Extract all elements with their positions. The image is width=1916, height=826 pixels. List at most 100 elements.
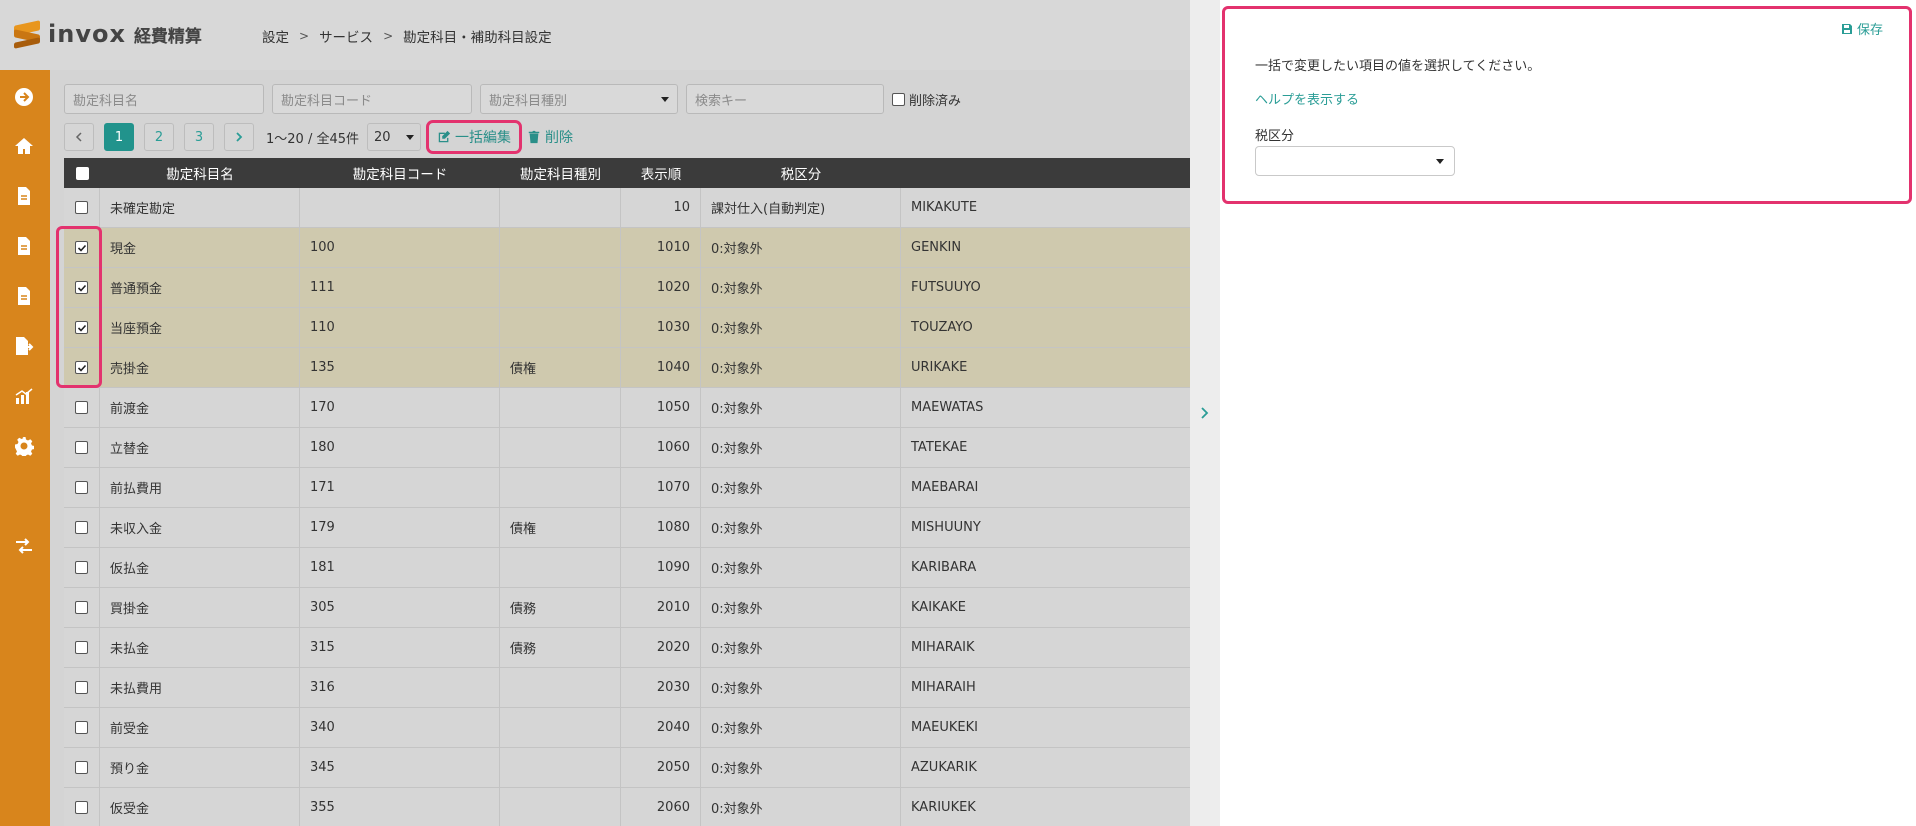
account-code-filter[interactable]: 勘定科目コード bbox=[272, 84, 472, 114]
per-page-select[interactable]: 20 bbox=[367, 123, 421, 151]
save-button[interactable]: 保存 bbox=[1841, 19, 1883, 38]
account-name-filter[interactable]: 勘定科目名 bbox=[64, 84, 264, 114]
row-checkbox[interactable] bbox=[75, 241, 88, 254]
breadcrumb-item-settings[interactable]: 設定 bbox=[262, 26, 289, 46]
table-row[interactable]: 預り金 345 2050 0:対象外 AZUKARIK bbox=[64, 748, 1190, 788]
row-checkbox-cell[interactable] bbox=[64, 428, 100, 467]
row-checkbox[interactable] bbox=[75, 441, 88, 454]
row-checkbox-cell[interactable] bbox=[64, 548, 100, 587]
app-logo[interactable]: invox 経費精算 bbox=[12, 19, 202, 49]
prev-page-button[interactable] bbox=[64, 123, 94, 151]
table-row[interactable]: 未払金 315 債務 2020 0:対象外 MIHARAIK bbox=[64, 628, 1190, 668]
table-row[interactable]: 現金 100 1010 0:対象外 GENKIN bbox=[64, 228, 1190, 268]
page-2-button[interactable]: 2 bbox=[144, 123, 174, 151]
table-row[interactable]: 仮受金 355 2060 0:対象外 KARIUKEK bbox=[64, 788, 1190, 826]
table-row[interactable]: 普通預金 111 1020 0:対象外 FUTSUUYO bbox=[64, 268, 1190, 308]
check-icon bbox=[77, 284, 86, 292]
cell-account-name: 預り金 bbox=[100, 748, 300, 787]
home-icon[interactable] bbox=[12, 134, 36, 158]
cell-search-key: TOUZAYO bbox=[911, 320, 973, 335]
row-checkbox-cell[interactable] bbox=[64, 748, 100, 787]
breadcrumb-item-service[interactable]: サービス bbox=[319, 26, 373, 46]
cell-tax-category: 0:対象外 bbox=[701, 428, 901, 467]
deleted-filter[interactable]: 削除済み bbox=[892, 90, 961, 109]
table-row[interactable]: 前渡金 170 1050 0:対象外 MAEWATAS bbox=[64, 388, 1190, 428]
header-account-name[interactable]: 勘定科目名 bbox=[100, 163, 300, 183]
table-row[interactable]: 買掛金 305 債務 2010 0:対象外 KAIKAKE bbox=[64, 588, 1190, 628]
page-3-button[interactable]: 3 bbox=[184, 123, 214, 151]
tax-category-label: 税区分 bbox=[1255, 129, 1295, 144]
table-row[interactable]: 仮払金 181 1090 0:対象外 KARIBARA bbox=[64, 548, 1190, 588]
cell-search-key: GENKIN bbox=[911, 240, 962, 255]
account-type-filter[interactable]: 勘定科目種別 bbox=[480, 84, 678, 114]
document-icon[interactable] bbox=[12, 234, 36, 258]
cell-account-code: 345 bbox=[300, 748, 500, 787]
table-row[interactable]: 未払費用 316 2030 0:対象外 MIHARAIH bbox=[64, 668, 1190, 708]
header-account-code[interactable]: 勘定科目コード bbox=[300, 163, 500, 183]
row-checkbox-cell[interactable] bbox=[64, 348, 100, 387]
row-checkbox[interactable] bbox=[75, 681, 88, 694]
row-checkbox-cell[interactable] bbox=[64, 308, 100, 347]
row-checkbox-cell[interactable] bbox=[64, 188, 100, 227]
arrow-right-circle-icon[interactable] bbox=[12, 85, 36, 109]
chevron-left-icon bbox=[75, 132, 82, 142]
header-tax-category[interactable]: 税区分 bbox=[701, 163, 901, 183]
row-checkbox[interactable] bbox=[75, 801, 88, 814]
table-row[interactable]: 当座預金 110 1030 0:対象外 TOUZAYO bbox=[64, 308, 1190, 348]
row-checkbox-cell[interactable] bbox=[64, 228, 100, 267]
table-row[interactable]: 前払費用 171 1070 0:対象外 MAEBARAI bbox=[64, 468, 1190, 508]
chart-icon[interactable] bbox=[12, 384, 36, 408]
table-row[interactable]: 未確定勘定 10 課対仕入(自動判定) MIKAKUTE bbox=[64, 188, 1190, 228]
row-checkbox[interactable] bbox=[75, 601, 88, 614]
next-page-button[interactable] bbox=[224, 123, 254, 151]
header-display-order[interactable]: 表示順 bbox=[621, 163, 701, 183]
row-checkbox[interactable] bbox=[75, 481, 88, 494]
cell-account-type: 債権 bbox=[500, 508, 621, 547]
row-checkbox-cell[interactable] bbox=[64, 508, 100, 547]
tax-category-select[interactable] bbox=[1255, 146, 1455, 176]
row-checkbox-cell[interactable] bbox=[64, 628, 100, 667]
deleted-checkbox[interactable] bbox=[892, 92, 905, 106]
row-checkbox[interactable] bbox=[75, 641, 88, 654]
row-checkbox-cell[interactable] bbox=[64, 268, 100, 307]
row-checkbox[interactable] bbox=[75, 521, 88, 534]
row-checkbox[interactable] bbox=[75, 201, 88, 214]
row-checkbox[interactable] bbox=[75, 561, 88, 574]
delete-button[interactable]: 削除 bbox=[527, 123, 573, 151]
breadcrumb: 設定 > サービス > 勘定科目・補助科目設定 bbox=[262, 26, 552, 46]
gear-icon[interactable] bbox=[12, 434, 36, 458]
table-row[interactable]: 前受金 340 2040 0:対象外 MAEUKEKI bbox=[64, 708, 1190, 748]
row-checkbox-cell[interactable] bbox=[64, 468, 100, 507]
swap-icon[interactable] bbox=[12, 534, 36, 558]
page-1-button[interactable]: 1 bbox=[104, 123, 134, 151]
cell-account-code: 181 bbox=[300, 548, 500, 587]
row-checkbox[interactable] bbox=[75, 281, 88, 294]
check-icon bbox=[77, 244, 86, 252]
row-checkbox-cell[interactable] bbox=[64, 788, 100, 826]
row-checkbox[interactable] bbox=[75, 761, 88, 774]
row-checkbox-cell[interactable] bbox=[64, 668, 100, 707]
table-row[interactable]: 未収入金 179 債権 1080 0:対象外 MISHUUNY bbox=[64, 508, 1190, 548]
bulk-edit-button[interactable]: 一括編集 bbox=[426, 120, 522, 154]
help-link[interactable]: ヘルプを表示する bbox=[1255, 89, 1359, 108]
row-checkbox[interactable] bbox=[75, 361, 88, 374]
row-checkbox[interactable] bbox=[75, 721, 88, 734]
row-checkbox-cell[interactable] bbox=[64, 388, 100, 427]
cell-account-type bbox=[500, 268, 621, 307]
row-checkbox-cell[interactable] bbox=[64, 588, 100, 627]
select-all-checkbox[interactable] bbox=[64, 166, 100, 180]
document-icon[interactable] bbox=[12, 184, 36, 208]
record-count: 1〜20 / 全45件 bbox=[266, 131, 359, 147]
row-checkbox[interactable] bbox=[75, 401, 88, 414]
document-export-icon[interactable] bbox=[12, 334, 36, 358]
row-checkbox-cell[interactable] bbox=[64, 708, 100, 747]
table-row[interactable]: 立替金 180 1060 0:対象外 TATEKAE bbox=[64, 428, 1190, 468]
header-account-type[interactable]: 勘定科目種別 bbox=[500, 163, 621, 183]
panel-toggle-gutter[interactable] bbox=[1190, 0, 1220, 826]
document-icon[interactable] bbox=[12, 284, 36, 308]
row-checkbox[interactable] bbox=[75, 321, 88, 334]
cell-display-order: 10 bbox=[621, 188, 701, 227]
search-key-filter[interactable]: 検索キー bbox=[686, 84, 884, 114]
table-row[interactable]: 売掛金 135 債権 1040 0:対象外 URIKAKE bbox=[64, 348, 1190, 388]
cell-display-order: 1090 bbox=[621, 548, 701, 587]
